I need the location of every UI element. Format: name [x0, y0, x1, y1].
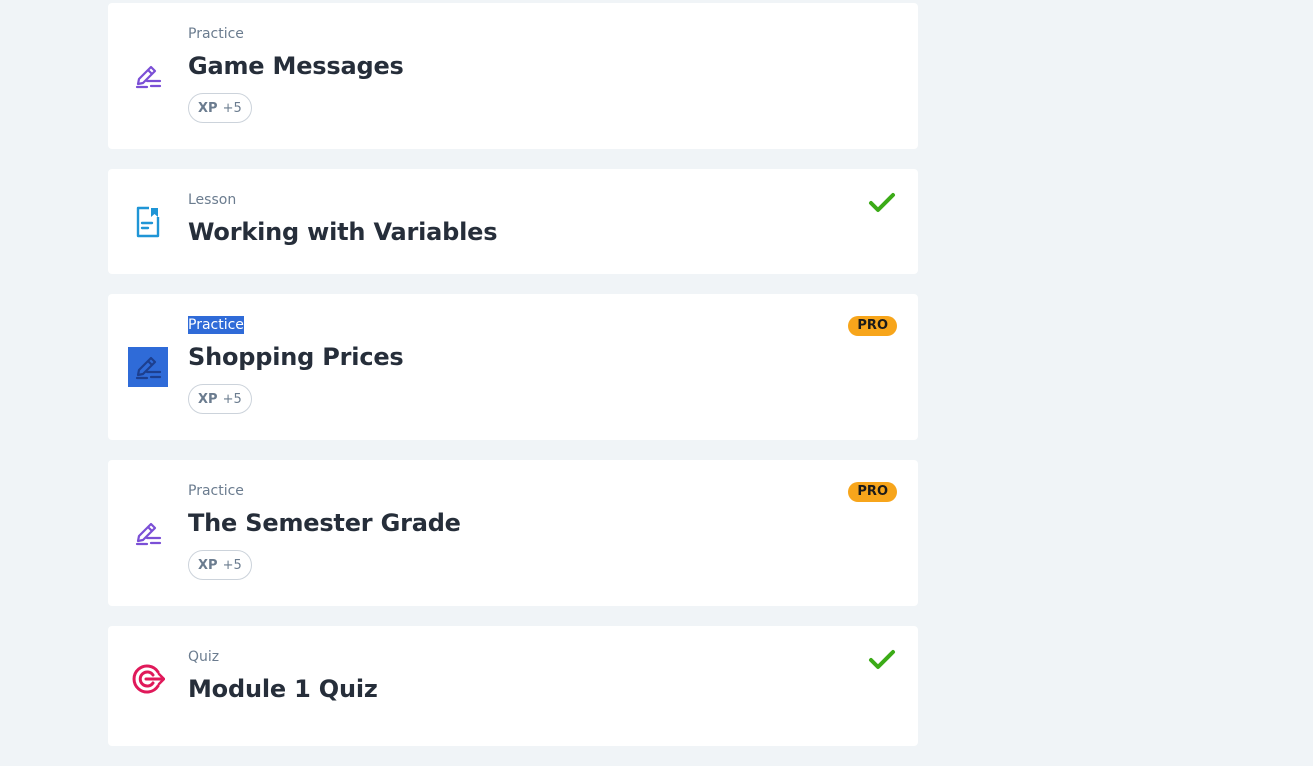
- item-title[interactable]: Game Messages: [188, 51, 898, 81]
- xp-badge: XP +5: [188, 550, 252, 580]
- item-type-label: Practice: [188, 483, 244, 499]
- pro-badge: PRO: [848, 482, 897, 502]
- pencil-icon: [128, 513, 168, 553]
- target-icon: [128, 659, 168, 699]
- xp-label: XP: [198, 391, 218, 407]
- xp-value: +5: [222, 557, 242, 573]
- pencil-icon: [128, 56, 168, 96]
- xp-badge: XP +5: [188, 93, 252, 123]
- xp-value: +5: [222, 100, 242, 116]
- item-type-label: Practice: [188, 316, 244, 334]
- item-type-label: Practice: [188, 26, 244, 42]
- lesson-document-icon: [128, 202, 168, 242]
- xp-label: XP: [198, 100, 218, 116]
- course-item-working-with-variables[interactable]: Lesson Working with Variables: [108, 169, 918, 274]
- course-item-game-messages[interactable]: Practice Game Messages XP +5: [108, 3, 918, 149]
- xp-value: +5: [222, 391, 242, 407]
- course-item-shopping-prices[interactable]: Practice Shopping Prices XP +5 PRO: [108, 294, 918, 440]
- course-item-the-semester-grade[interactable]: Practice The Semester Grade XP +5 PRO: [108, 460, 918, 606]
- item-title[interactable]: Module 1 Quiz: [188, 674, 898, 704]
- item-title[interactable]: Shopping Prices: [188, 342, 898, 372]
- item-title[interactable]: Working with Variables: [188, 217, 898, 247]
- course-item-list: Practice Game Messages XP +5 Lesson Work…: [108, 3, 918, 766]
- pro-badge: PRO: [848, 316, 897, 336]
- item-type-label: Lesson: [188, 192, 237, 208]
- xp-badge: XP +5: [188, 384, 252, 414]
- item-type-label: Quiz: [188, 649, 220, 665]
- xp-label: XP: [198, 557, 218, 573]
- course-item-module-1-quiz[interactable]: Quiz Module 1 Quiz: [108, 626, 918, 746]
- completed-check-icon: [869, 193, 895, 212]
- item-title[interactable]: The Semester Grade: [188, 508, 898, 538]
- completed-check-icon: [869, 650, 895, 669]
- pencil-icon: [128, 347, 168, 387]
